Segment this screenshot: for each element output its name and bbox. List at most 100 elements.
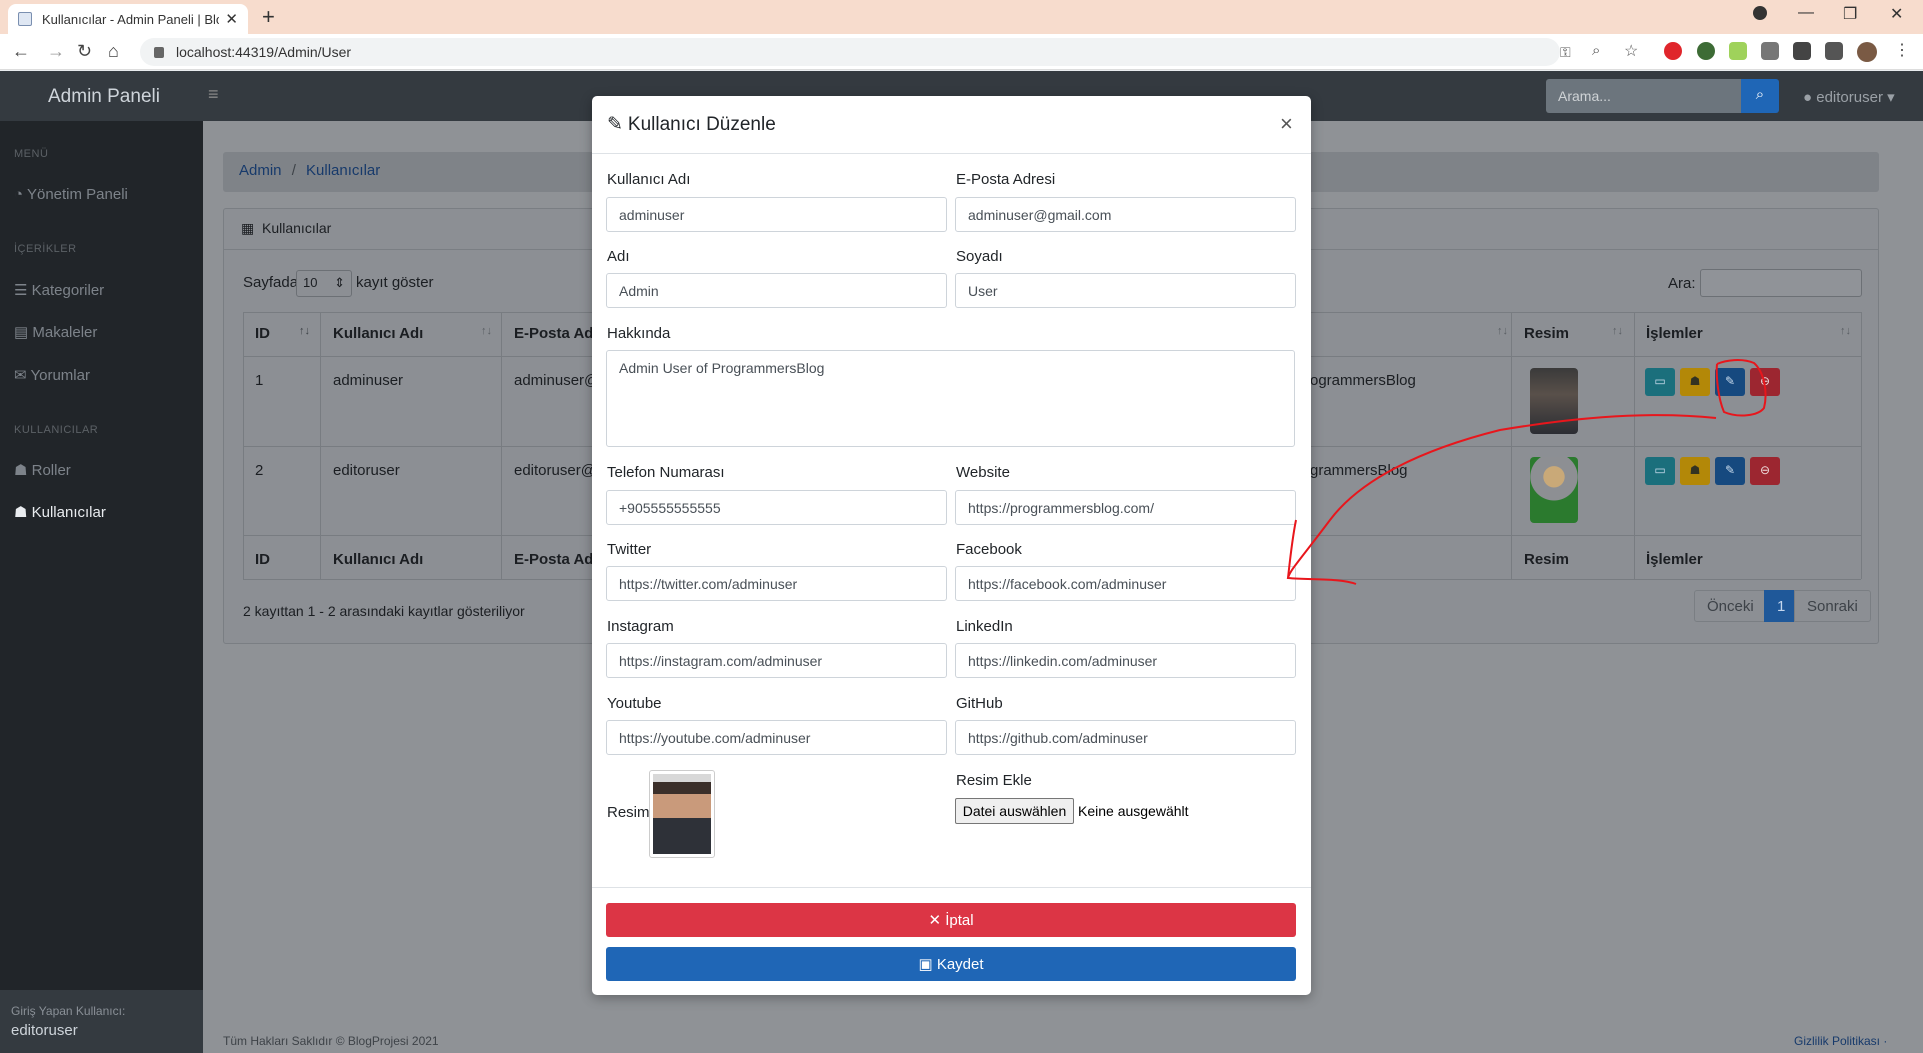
lastname-input[interactable]: User	[955, 273, 1296, 308]
media-icon[interactable]	[1825, 42, 1843, 60]
opera-extension-icon[interactable]	[1664, 42, 1682, 60]
profile-avatar[interactable]	[1857, 42, 1877, 62]
save-button[interactable]: ▣ Kaydet	[606, 947, 1296, 981]
profile-dropdown-icon[interactable]	[1753, 6, 1767, 20]
edit-user-button[interactable]: ✎	[1715, 457, 1745, 485]
reload-icon[interactable]: ↻	[77, 41, 92, 62]
page-size-select[interactable]: 10 ⇕	[296, 270, 352, 297]
extension-arrow-icon[interactable]	[1729, 42, 1747, 60]
list-icon: ☰	[14, 282, 28, 299]
sidebar-item-label: Makaleler	[32, 324, 98, 341]
foot-header-picture: Resim	[1524, 551, 1570, 568]
next-page-button[interactable]: Sonraki	[1794, 590, 1871, 622]
youtube-input[interactable]: https://youtube.com/adminuser	[606, 720, 947, 755]
col-header-picture[interactable]: Resim	[1524, 325, 1569, 342]
extension-help-icon[interactable]	[1761, 42, 1779, 60]
github-input[interactable]: https://github.com/adminuser	[955, 720, 1296, 755]
table-search-input[interactable]	[1700, 269, 1862, 297]
footer-privacy-link[interactable]: Gizlilik Politikası ·	[1794, 1034, 1887, 1048]
sidebar-item-roles[interactable]: ☗ Roller	[14, 461, 71, 479]
sidebar-item-label: Yorumlar	[30, 367, 90, 384]
website-input[interactable]: https://programmersblog.com/	[955, 490, 1296, 525]
comments-icon: ✉	[14, 367, 27, 384]
twitter-input[interactable]: https://twitter.com/adminuser	[606, 566, 947, 601]
file-choose-button[interactable]: Datei auswählen	[955, 798, 1074, 824]
cancel-label: İptal	[945, 912, 974, 929]
user-dropdown[interactable]: ● editoruser ▾	[1803, 88, 1895, 106]
username-input[interactable]: adminuser	[606, 197, 947, 232]
detail-button[interactable]: ▭	[1645, 368, 1675, 396]
sort-icon[interactable]: ↑↓	[1612, 325, 1623, 337]
prev-page-button[interactable]: Önceki	[1694, 590, 1767, 622]
lastname-label: Soyadı	[956, 248, 1003, 265]
tab-title: Kullanıcılar - Admin Paneli | Blog	[42, 11, 220, 27]
cancel-button[interactable]: ✕ İptal	[606, 903, 1296, 937]
key-icon[interactable]: ⚿	[1560, 44, 1571, 61]
extension-icon[interactable]	[1697, 42, 1715, 60]
detail-button[interactable]: ▭	[1645, 457, 1675, 485]
edit-user-button[interactable]: ✎	[1715, 368, 1745, 396]
avatar	[1530, 368, 1578, 434]
zoom-icon[interactable]: ⌕	[1592, 42, 1600, 59]
navbar-search-input[interactable]: Arama...	[1546, 79, 1741, 113]
footer-copyright: Tüm Hakları Saklıdır © BlogProjesi 2021	[223, 1034, 439, 1048]
navbar-search-button[interactable]: ⌕	[1741, 79, 1779, 113]
home-icon[interactable]: ⌂	[108, 41, 119, 62]
assign-role-button[interactable]: ☗	[1680, 368, 1710, 396]
sort-icon[interactable]: ↑↓	[481, 325, 492, 337]
phone-input[interactable]: +905555555555	[606, 490, 947, 525]
modal-close-button[interactable]: ×	[1280, 111, 1293, 137]
minimize-icon[interactable]: —	[1798, 4, 1814, 22]
delete-user-button[interactable]: ⊖	[1750, 457, 1780, 485]
sidebar-item-users[interactable]: ☗ Kullanıcılar	[14, 503, 106, 521]
users-icon: ☗	[14, 504, 28, 521]
back-icon[interactable]: ←	[12, 41, 30, 62]
forward-icon[interactable]: →	[47, 41, 65, 62]
window-close-icon[interactable]: ✕	[1890, 4, 1903, 24]
firstname-input[interactable]: Admin	[606, 273, 947, 308]
col-header-id[interactable]: ID	[255, 325, 270, 342]
about-textarea[interactable]: Admin User of ProgrammersBlog	[606, 350, 1295, 447]
col-header-actions[interactable]: İşlemler	[1646, 325, 1703, 342]
sidebar-item-categories[interactable]: ☰ Kategoriler	[14, 281, 104, 299]
email-input[interactable]: adminuser@gmail.com	[955, 197, 1296, 232]
linkedin-input[interactable]: https://linkedin.com/adminuser	[955, 643, 1296, 678]
modal-title-text: Kullanıcı Düzenle	[627, 113, 776, 135]
sort-icon[interactable]: ↑↓	[1497, 325, 1508, 337]
edit-icon: ✎	[607, 114, 623, 135]
close-tab-icon[interactable]: ✕	[225, 10, 238, 28]
assign-role-button[interactable]: ☗	[1680, 457, 1710, 485]
sidebar-item-comments[interactable]: ✉ Yorumlar	[14, 366, 90, 384]
facebook-input[interactable]: https://facebook.com/adminuser	[955, 566, 1296, 601]
about-label: Hakkında	[607, 325, 671, 342]
maximize-icon[interactable]: ❐	[1843, 4, 1857, 24]
caret-down-icon: ▾	[1887, 89, 1895, 106]
delete-user-button[interactable]: ⊖	[1750, 368, 1780, 396]
bookmark-star-icon[interactable]: ☆	[1624, 41, 1638, 61]
sidebar-heading-content: İÇERİKLER	[14, 243, 77, 255]
puzzle-icon[interactable]	[1793, 42, 1811, 60]
menu-dots-icon[interactable]: ⋮	[1894, 40, 1910, 60]
brand[interactable]: Admin Paneli	[48, 86, 160, 108]
col-header-username[interactable]: Kullanıcı Adı	[333, 325, 423, 342]
sort-icon[interactable]: ↑↓	[299, 325, 310, 337]
minus-circle-icon: ⊖	[1759, 374, 1771, 388]
user-tag-icon: ☗	[14, 462, 28, 479]
cell-id: 2	[255, 462, 264, 479]
address-bar[interactable]: localhost:44319/Admin/User	[140, 38, 1560, 66]
sidebar-item-dashboard[interactable]: ◔ Yönetim Paneli	[14, 186, 128, 203]
breadcrumb-admin[interactable]: Admin	[239, 162, 282, 179]
picture-label: Resim	[607, 804, 650, 821]
breadcrumb-users[interactable]: Kullanıcılar	[306, 162, 380, 179]
sidebar-footer: Giriş Yapan Kullanıcı: editoruser	[0, 990, 203, 1053]
instagram-input[interactable]: https://instagram.com/adminuser	[606, 643, 947, 678]
foot-header-email: E-Posta Adr	[514, 551, 600, 568]
sort-icon[interactable]: ↑↓	[1840, 325, 1851, 337]
new-tab-icon[interactable]: +	[262, 4, 275, 30]
sidebar-item-articles[interactable]: ▤ Makaleler	[14, 323, 97, 341]
breadcrumb-separator: /	[291, 162, 296, 179]
col-header-email[interactable]: E-Posta Adr	[514, 325, 599, 342]
browser-tab[interactable]: Kullanıcılar - Admin Paneli | Blog ✕	[8, 4, 248, 34]
card-title: Kullanıcılar	[262, 220, 332, 236]
sidebar-toggle-icon[interactable]: ≡	[208, 84, 219, 105]
